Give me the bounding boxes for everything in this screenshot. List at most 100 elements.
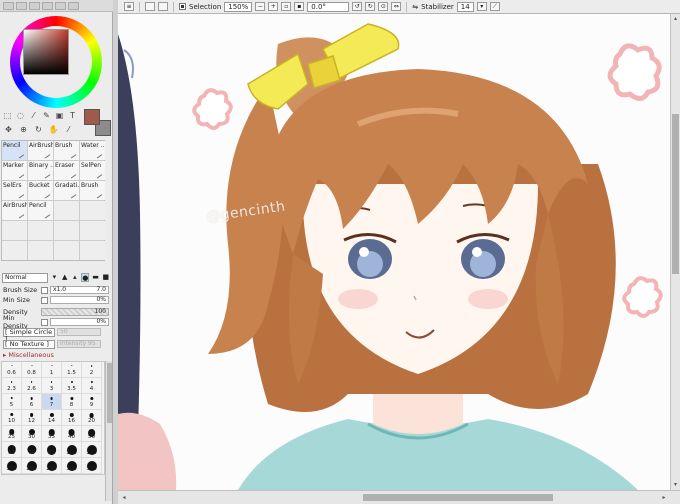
size-preset-cell[interactable]: 350 xyxy=(82,458,102,474)
size-preset-cell[interactable]: 9 xyxy=(82,394,102,410)
scroll-left-icon[interactable]: ◂ xyxy=(120,494,128,502)
size-preset-cell[interactable]: 120 xyxy=(82,442,102,458)
min-size-checkbox[interactable] xyxy=(41,296,48,304)
size-preset-cell[interactable]: 2.6 xyxy=(22,378,42,394)
shape-round-icon[interactable]: ● xyxy=(81,273,90,282)
brush-tool-slot[interactable]: Marker xyxy=(2,161,27,180)
shape-square-icon[interactable]: ▬ xyxy=(91,273,99,282)
scroll-right-icon[interactable]: ▸ xyxy=(660,494,668,502)
scroll-down-icon[interactable]: ▾ xyxy=(672,481,679,489)
blend-mode-select[interactable]: Normal xyxy=(2,272,49,283)
stabilizer-field[interactable]: 14 xyxy=(456,1,474,12)
zoom-field[interactable]: 150% xyxy=(224,1,253,12)
size-preset-cell[interactable]: 50 xyxy=(82,426,102,442)
brush-tool-slot[interactable]: Water ... xyxy=(80,141,105,160)
zoom-icon[interactable]: ⊕ xyxy=(17,124,30,135)
min-density-checkbox[interactable] xyxy=(41,318,48,326)
panel-tab-scratchpad[interactable] xyxy=(68,2,79,10)
canvas-vertical-scrollbar[interactable]: ▴ ▾ xyxy=(670,14,680,490)
density-slider[interactable]: 100 xyxy=(41,308,109,316)
rotation-field[interactable]: 0.0° xyxy=(307,1,350,12)
move-icon[interactable]: ✥ xyxy=(2,124,15,135)
drawing-canvas[interactable]: @gencinth xyxy=(118,14,670,490)
size-preset-cell[interactable]: 5 xyxy=(2,394,22,410)
size-preset-cell[interactable]: 2 xyxy=(82,362,102,378)
brush-tool-slot[interactable]: AirBrush xyxy=(28,141,53,160)
toolbar-blank-button[interactable] xyxy=(145,2,155,11)
empty-brush-slot[interactable] xyxy=(80,201,105,220)
brush-tool-slot[interactable]: AirBrush xyxy=(2,201,27,220)
brush-tool-slot[interactable]: Bucket xyxy=(28,181,53,200)
size-preset-cell[interactable]: 2.3 xyxy=(2,378,22,394)
size-preset-cell[interactable]: 10 xyxy=(2,410,22,426)
rotate-left-button[interactable]: ↺ xyxy=(352,2,363,11)
rotate-icon[interactable]: ↻ xyxy=(32,124,45,135)
size-preset-cell[interactable]: 12 xyxy=(22,410,42,426)
canvas-horizontal-scrollbar[interactable]: ◂ ▸ xyxy=(118,490,680,504)
brush-shape-strength-slider[interactable]: 50 xyxy=(57,328,101,336)
miscellaneous-toggle[interactable]: ▸ Miscellaneous xyxy=(3,351,54,359)
pipette-icon[interactable]: ⁄ xyxy=(62,124,75,135)
flip-button[interactable]: ⇔ xyxy=(391,2,402,11)
empty-brush-slot[interactable] xyxy=(80,221,105,240)
lasso-icon[interactable]: ◌ xyxy=(15,110,26,121)
canvas-vertical-scroll-thumb[interactable] xyxy=(672,114,679,274)
primary-color-swatch[interactable] xyxy=(84,109,100,125)
toolbar-menu-button[interactable]: ≡ xyxy=(124,2,134,11)
zoom-reset-button[interactable]: ▫ xyxy=(281,2,292,11)
size-preset-cell[interactable]: 14 xyxy=(42,410,62,426)
brush-texture-intensity-slider[interactable]: Intensity 95 xyxy=(57,340,101,348)
brush-tool-slot[interactable]: Brush xyxy=(80,181,105,200)
rotate-right-button[interactable]: ↻ xyxy=(365,2,376,11)
brush-texture-select[interactable]: [ No Texture ] xyxy=(3,339,55,349)
magic-wand-icon[interactable]: ⁄ xyxy=(28,110,39,121)
size-preset-cell[interactable]: 60 xyxy=(2,442,22,458)
toolbar-blank-button-2[interactable] xyxy=(158,2,168,11)
empty-brush-slot[interactable] xyxy=(28,241,53,260)
shape-flat-icon[interactable]: ▴ xyxy=(71,273,79,282)
empty-brush-slot[interactable] xyxy=(54,221,79,240)
size-grid-scroll-thumb[interactable] xyxy=(107,363,112,423)
scroll-up-icon[interactable]: ▴ xyxy=(672,15,679,23)
size-preset-cell[interactable]: 35 xyxy=(42,426,62,442)
size-preset-cell[interactable]: 1 xyxy=(42,362,62,378)
brush-tool-slot[interactable]: SelPen xyxy=(80,161,105,180)
text-icon[interactable]: T xyxy=(67,110,78,121)
size-preset-cell[interactable]: 0.8 xyxy=(22,362,42,378)
size-preset-cell[interactable]: 7 xyxy=(42,394,62,410)
panel-tab-color-mixer[interactable] xyxy=(42,2,53,10)
straight-line-button[interactable]: ⟋ xyxy=(489,2,500,11)
size-preset-cell[interactable]: 20 xyxy=(82,410,102,426)
zoom-in-button[interactable]: + xyxy=(268,2,279,11)
saturation-value-square[interactable] xyxy=(23,29,69,75)
brush-tool-slot[interactable]: Pencil xyxy=(28,201,53,220)
empty-brush-slot[interactable] xyxy=(2,221,27,240)
min-density-slider[interactable]: 0% xyxy=(50,318,109,326)
size-preset-cell[interactable]: 6 xyxy=(22,394,42,410)
panel-tab-rgb-slider[interactable] xyxy=(16,2,27,10)
brush-tool-slot[interactable]: SelErs xyxy=(2,181,27,200)
size-preset-cell[interactable]: 150 xyxy=(2,458,22,474)
size-preset-cell[interactable]: 100 xyxy=(62,442,82,458)
brush-tool-slot[interactable]: Eraser xyxy=(54,161,79,180)
rotate-reset-button[interactable]: ⊙ xyxy=(378,2,389,11)
brush-tool-slot[interactable]: Pencil xyxy=(2,141,27,160)
layer-icon[interactable]: ▣ xyxy=(54,110,65,121)
empty-brush-slot[interactable] xyxy=(28,221,53,240)
size-grid-scrollbar[interactable] xyxy=(105,361,112,501)
size-preset-cell[interactable]: 25 xyxy=(2,426,22,442)
rectangle-select-icon[interactable]: ⬚ xyxy=(2,110,13,121)
brush-tool-slot[interactable]: Brush xyxy=(54,141,79,160)
panel-tab-color-wheel[interactable] xyxy=(3,2,14,10)
blend-dropdown-arrow-icon[interactable]: ▾ xyxy=(50,273,58,282)
size-preset-cell[interactable]: 3.5 xyxy=(62,378,82,394)
brush-tool-slot[interactable]: Gradati... xyxy=(54,181,79,200)
size-preset-cell[interactable]: 250 xyxy=(42,458,62,474)
stabilizer-dropdown[interactable]: ▾ xyxy=(476,2,487,11)
size-preset-cell[interactable]: 70 xyxy=(22,442,42,458)
size-preset-cell[interactable]: 0.6 xyxy=(2,362,22,378)
size-preset-cell[interactable]: 1.5 xyxy=(62,362,82,378)
shape-rect-icon[interactable]: ■ xyxy=(102,273,110,282)
size-preset-cell[interactable]: 30 xyxy=(22,426,42,442)
empty-brush-slot[interactable] xyxy=(2,241,27,260)
